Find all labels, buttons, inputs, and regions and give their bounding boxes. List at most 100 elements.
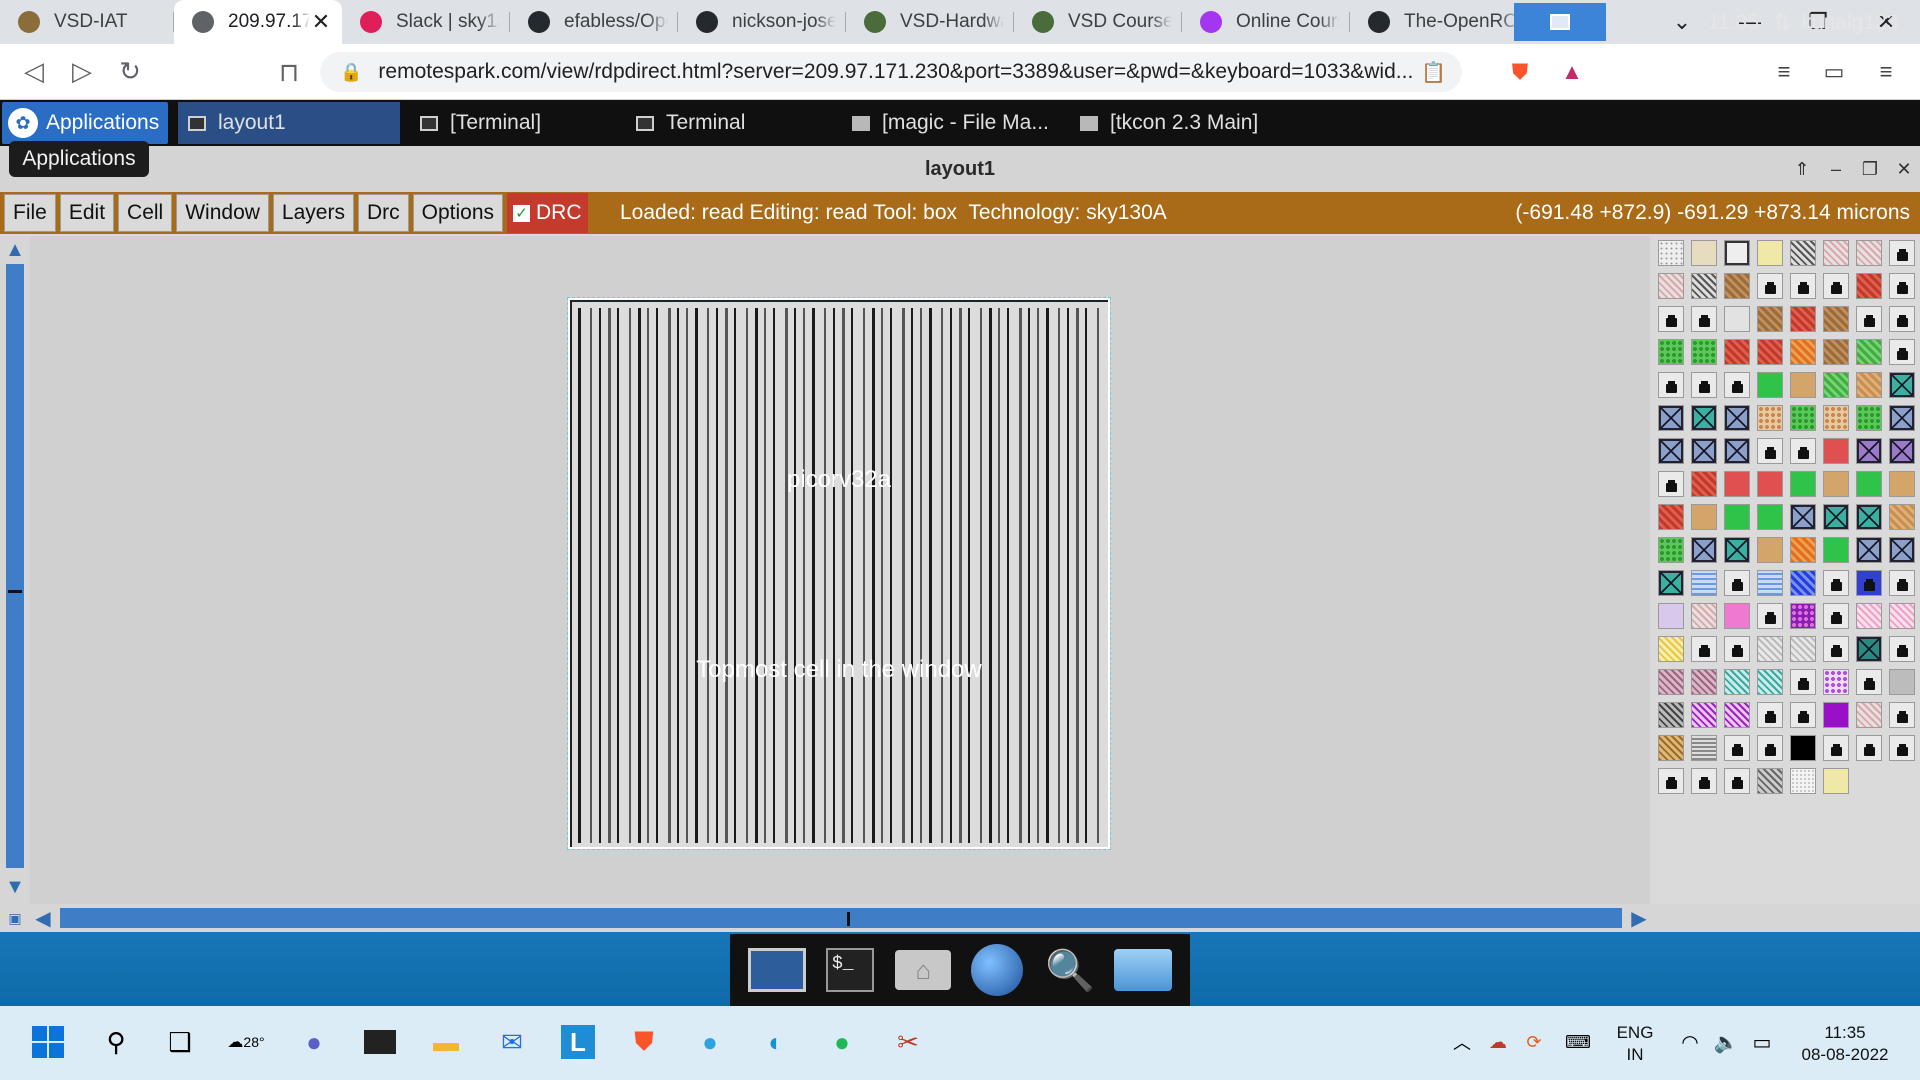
layer-swatch-pink-hatch[interactable]	[1823, 240, 1849, 266]
terminal-taskbar-icon[interactable]	[358, 1020, 402, 1064]
shade-icon[interactable]: ⇑	[1792, 159, 1812, 180]
layer-swatch-tan[interactable]	[1823, 471, 1849, 497]
layer-swatch-x-purple[interactable]	[1889, 438, 1915, 464]
layer-lock-icon[interactable]	[1889, 702, 1915, 728]
scroll-right-icon[interactable]: ▶	[1628, 907, 1650, 930]
layer-lock-icon[interactable]	[1724, 372, 1750, 398]
layer-swatch-mauve-hatch[interactable]	[1658, 669, 1684, 695]
browser-tab[interactable]: VSD-Hardwar	[846, 0, 1014, 44]
layer-swatch-green-dots[interactable]	[1856, 405, 1882, 431]
layer-swatch-pink-hatch[interactable]	[1856, 702, 1882, 728]
layer-swatch-hatch-dark[interactable]	[1790, 240, 1816, 266]
layer-swatch-blue-stripes[interactable]	[1757, 570, 1783, 596]
layer-swatch-x-blue[interactable]	[1790, 504, 1816, 530]
layer-lock-icon[interactable]	[1823, 570, 1849, 596]
media-queue-icon[interactable]: ≡	[1764, 52, 1804, 92]
layer-swatch-red-hatch[interactable]	[1790, 306, 1816, 332]
layer-lock-icon[interactable]	[1757, 273, 1783, 299]
layer-swatch-purple[interactable]	[1823, 702, 1849, 728]
layer-swatch-white-dots[interactable]	[1790, 768, 1816, 794]
home-folder-icon[interactable]: ⌂	[892, 942, 954, 998]
layer-swatch-yellow-light[interactable]	[1823, 768, 1849, 794]
layer-lock-icon[interactable]	[1757, 438, 1783, 464]
layer-lock-icon[interactable]	[1724, 570, 1750, 596]
web-browser-icon[interactable]	[966, 942, 1028, 998]
layer-swatch-green[interactable]	[1856, 471, 1882, 497]
edge-icon[interactable]: ◐	[754, 1020, 798, 1064]
layer-swatch-x-teal-dark[interactable]	[1856, 636, 1882, 662]
layer-lock-icon[interactable]	[1658, 306, 1684, 332]
browser-tab[interactable]: VSD-IAT	[0, 0, 174, 44]
layer-swatch-green-dots[interactable]	[1658, 537, 1684, 563]
layer-swatch-yellow-light[interactable]	[1757, 240, 1783, 266]
layer-swatch-grey-stripes[interactable]	[1691, 735, 1717, 761]
layer-swatch-x-teal[interactable]	[1724, 537, 1750, 563]
layer-swatch-grey-hatch[interactable]	[1658, 702, 1684, 728]
windows-start-icon[interactable]	[26, 1020, 70, 1064]
horizontal-scroll-track[interactable]	[60, 908, 1622, 928]
layer-swatch-brown-hatch[interactable]	[1757, 306, 1783, 332]
search-taskbar-icon[interactable]: ⚲	[94, 1020, 138, 1064]
layer-lock-icon[interactable]	[1823, 603, 1849, 629]
menu-icon[interactable]: ≡	[1866, 52, 1906, 92]
layer-swatch-x-teal[interactable]	[1691, 405, 1717, 431]
scroll-up-icon[interactable]: ▲	[4, 239, 26, 261]
layer-swatch-green[interactable]	[1724, 504, 1750, 530]
layer-swatch-red-hatch[interactable]	[1691, 471, 1717, 497]
layer-swatch-brown-hatch[interactable]	[1823, 339, 1849, 365]
layer-lock-icon[interactable]	[1790, 669, 1816, 695]
layer-swatch-green[interactable]	[1790, 471, 1816, 497]
layer-lock-icon[interactable]	[1790, 702, 1816, 728]
layer-swatch-tan-hatch[interactable]	[1856, 372, 1882, 398]
layer-lock-icon[interactable]	[1757, 735, 1783, 761]
browser-tab[interactable]: Slack | sky130	[342, 0, 510, 44]
show-desktop-icon[interactable]	[746, 942, 808, 998]
zoom-box-icon[interactable]: ▣	[4, 907, 26, 929]
minimize-icon[interactable]: –	[1826, 159, 1846, 180]
system-clock[interactable]: 11:35 08-08-2022	[1790, 1022, 1900, 1066]
menu-window[interactable]: Window	[176, 194, 269, 232]
layer-lock-icon[interactable]	[1691, 306, 1717, 332]
maximize-icon[interactable]: ❐	[1860, 159, 1880, 180]
tab-search-icon[interactable]: ⌄	[1648, 0, 1716, 44]
layer-swatch-tan-hatch[interactable]	[1889, 504, 1915, 530]
layer-lock-icon[interactable]	[1691, 768, 1717, 794]
layer-swatch-blue-wave[interactable]	[1790, 570, 1816, 596]
layer-swatch-pink-check[interactable]	[1856, 603, 1882, 629]
layer-swatch-x-blue[interactable]	[1724, 405, 1750, 431]
bookmark-icon[interactable]: ⊓	[265, 48, 313, 96]
layer-swatch-x-purple[interactable]	[1856, 438, 1882, 464]
close-tab-icon[interactable]: ✕	[310, 9, 332, 35]
task-view-icon[interactable]: ❑	[158, 1020, 202, 1064]
menu-options[interactable]: Options	[412, 194, 503, 232]
layer-swatch-purple-hatch[interactable]	[1724, 702, 1750, 728]
layer-swatch-red[interactable]	[1823, 438, 1849, 464]
layer-lock-icon[interactable]	[1823, 636, 1849, 662]
clipboard-icon[interactable]: 📋	[1421, 60, 1446, 85]
tray-keyboard-icon[interactable]: ⌨	[1556, 1020, 1600, 1064]
spotify-icon[interactable]: ●	[820, 1020, 864, 1064]
panel-user[interactable]: ⇅ kunalg123	[1773, 0, 1898, 46]
layer-lock-icon[interactable]	[1823, 735, 1849, 761]
tray-sync-icon[interactable]: ⟳	[1512, 1020, 1556, 1064]
input-language[interactable]: ENG IN	[1610, 1022, 1660, 1066]
layer-swatch-tan-light[interactable]	[1691, 240, 1717, 266]
layer-lock-icon[interactable]	[1889, 636, 1915, 662]
reload-button[interactable]: ↻	[106, 48, 154, 96]
layer-swatch-tan[interactable]	[1757, 537, 1783, 563]
layer-swatch-grey-hatch-dark[interactable]	[1757, 768, 1783, 794]
layer-swatch-brown-check[interactable]	[1658, 735, 1684, 761]
scroll-down-icon[interactable]: ▼	[4, 876, 26, 898]
weather-widget[interactable]: ☁ 28°	[224, 1020, 268, 1064]
layer-swatch-yellow-check[interactable]	[1658, 636, 1684, 662]
menu-layers[interactable]: Layers	[272, 194, 354, 232]
layer-swatch-purple-hatch[interactable]	[1691, 702, 1717, 728]
layer-swatch-pink-hatch[interactable]	[1658, 273, 1684, 299]
layer-lock-icon[interactable]	[1724, 636, 1750, 662]
layer-swatch-blue-stripes[interactable]	[1691, 570, 1717, 596]
wallet-icon[interactable]: ▭	[1814, 52, 1854, 92]
workspace-switcher[interactable]	[1514, 3, 1606, 41]
layer-swatch-teal-hatch[interactable]	[1757, 669, 1783, 695]
terminal-icon[interactable]: $_	[819, 942, 881, 998]
layer-swatch-x-blue[interactable]	[1889, 405, 1915, 431]
